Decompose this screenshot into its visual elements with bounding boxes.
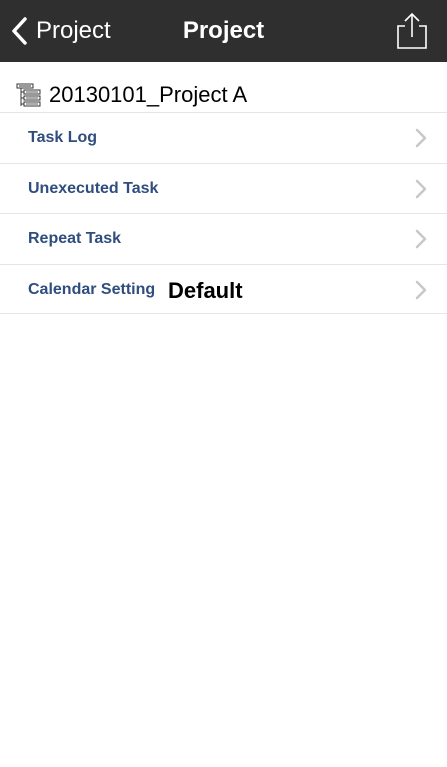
calendar-setting-value: Default (168, 277, 243, 303)
chevron-right-icon (415, 128, 427, 148)
menu-item-task-log[interactable]: Task Log (0, 112, 447, 163)
share-button[interactable] (392, 10, 432, 52)
navigation-bar: Project Project (0, 0, 447, 62)
chevron-right-icon (415, 280, 427, 299)
share-icon (397, 12, 427, 49)
project-tree-icon (16, 83, 41, 107)
project-name: 20130101_Project A (49, 82, 248, 107)
menu-item-label: Calendar Setting (28, 280, 156, 298)
menu-item-unexecuted-task[interactable]: Unexecuted Task (0, 162, 447, 214)
menu-item-label: Unexecuted Task (28, 179, 159, 197)
project-header: 20130101_Project A (0, 76, 447, 112)
menu-item-label: Repeat Task (28, 230, 122, 247)
back-button[interactable]: Project (10, 12, 111, 50)
chevron-right-icon (415, 229, 427, 249)
chevron-left-icon (12, 17, 27, 45)
menu-item-repeat-task[interactable]: Repeat Task (0, 213, 447, 264)
menu-item-calendar-setting[interactable]: Calendar Setting Default (0, 263, 447, 314)
menu-item-label: Task Log (28, 129, 98, 146)
menu-list: Task Log Unexecuted Task Repeat Task Cal… (0, 112, 447, 314)
back-button-label: Project (36, 17, 111, 44)
chevron-right-icon (415, 179, 427, 198)
